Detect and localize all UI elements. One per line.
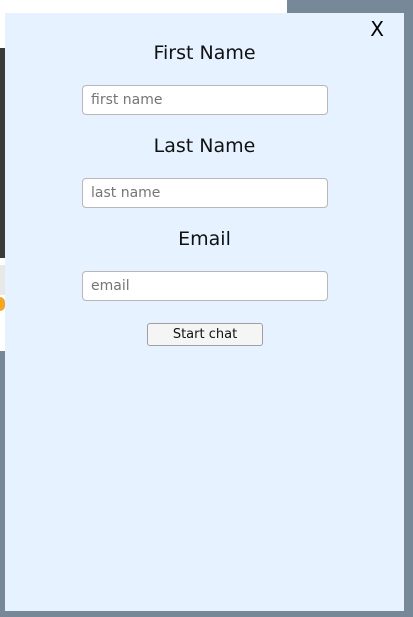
- first-name-label: First Name: [153, 42, 256, 64]
- first-name-input[interactable]: [82, 85, 328, 115]
- email-label: Email: [178, 228, 231, 250]
- email-input[interactable]: [82, 271, 328, 301]
- last-name-label: Last Name: [153, 135, 256, 157]
- chat-signup-modal: X First Name Last Name Email Start chat: [5, 13, 404, 611]
- start-chat-button[interactable]: Start chat: [147, 323, 263, 346]
- close-button[interactable]: X: [370, 17, 384, 41]
- last-name-input[interactable]: [82, 178, 328, 208]
